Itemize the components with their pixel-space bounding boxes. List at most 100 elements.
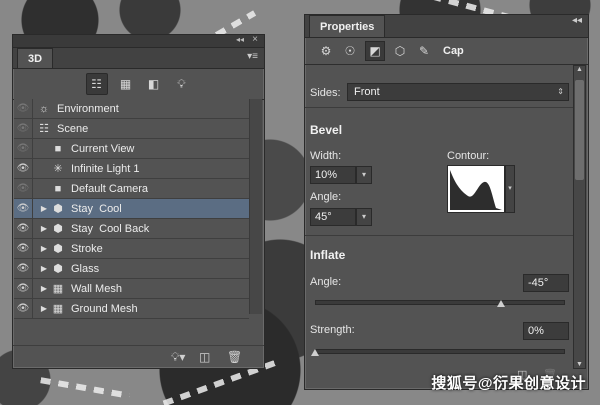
tab-properties[interactable]: Properties [309,15,386,37]
contour-dropdown-icon[interactable]: ▾ [505,165,515,213]
watermark: 搜狐号@衍果创意设计 [431,375,586,392]
scene-row[interactable]: 👁︎ ■ Current View [14,139,249,159]
bevel-angle-dropdown-icon[interactable]: ▾ [356,208,372,226]
sides-select[interactable]: Front ⇕ [347,83,569,101]
eye-icon[interactable]: 👁︎ [14,259,33,278]
inflate-angle-thumb[interactable] [497,300,505,307]
scene-row[interactable]: 👁︎ ▶ ▦ Ground Mesh [14,299,249,319]
strength-slider[interactable] [315,349,565,354]
collapse-icon[interactable]: ◂◂ [236,35,244,44]
bevel-title: Bevel [310,123,343,137]
expand-triangle-icon[interactable]: ▶ [39,304,49,313]
collapse-icon[interactable]: ◂◂ [572,15,582,26]
eye-icon[interactable]: 👁︎ [14,119,33,138]
scene-row-label: Wall Mesh [71,282,122,295]
mesh-filter-icon[interactable]: ▦ [116,74,136,94]
bevel-angle-field[interactable]: 45° [310,208,356,226]
scroll-down-icon[interactable]: ▼ [574,361,585,368]
panel-3d-tabbar: 3D ▾≡ [13,48,264,69]
properties-tabbar: Properties ◂◂ [305,15,588,38]
width-label: Width: [310,150,342,162]
panel-menu-icon[interactable]: ▾≡ [247,51,258,62]
render-icon[interactable]: ◫ [199,350,210,364]
properties-panel: Properties ◂◂ ⚙︎ ☉ ◩ ⬡ ✎ Cap Sides: Fron… [304,14,589,390]
contour-curve [450,170,502,210]
add-light-icon[interactable]: 💡︎▾ [171,350,185,365]
strength-thumb[interactable] [311,349,319,356]
scene-row[interactable]: 👁︎ ▶ ⬢ Stay Cool Back [14,219,249,239]
eye-icon[interactable]: 👁︎ [14,199,33,218]
filter-toolbar: ☷ ▦ ◧ 💡︎ [13,69,264,100]
eye-icon[interactable]: 👁︎ [14,99,33,118]
expand-triangle-icon[interactable]: ▶ [39,224,49,233]
mesh-3d-icon: ⬢ [53,243,63,255]
strength-label: Strength: [310,324,355,336]
width-dropdown-icon[interactable]: ▾ [356,166,372,184]
scene-row[interactable]: 👁︎ ▶ ⬢ Glass [14,259,249,279]
eye-icon[interactable]: 👁︎ [14,279,33,298]
mesh-tool-icon[interactable]: ⚙︎ [317,42,335,60]
scene-row-label: Infinite Light 1 [71,162,140,175]
material-filter-icon[interactable]: ◧ [144,74,164,94]
light-filter-icon[interactable]: 💡︎ [172,74,192,94]
material-brush-icon[interactable]: ✎ [415,42,433,60]
scene-row[interactable]: 👁︎ ☷ Scene [14,119,249,139]
wall-mesh-icon: ▦ [52,283,64,295]
mesh-3d-icon: ⬢ [53,223,63,235]
width-field[interactable]: 10% [310,166,356,184]
scene-row-label: Scene [57,122,89,135]
sides-label: Sides: [310,87,341,99]
close-icon[interactable]: × [252,34,258,45]
delete-icon[interactable]: 🗑︎ [227,350,242,364]
coordinates-tool-icon[interactable]: ⬡ [391,42,409,60]
wall-mesh-icon: ▦ [52,303,64,315]
scene-row-label: Current View [71,142,135,155]
strength-field[interactable]: 0% [523,322,569,340]
eye-icon[interactable]: 👁︎ [14,299,33,318]
scene-row[interactable]: 👁︎ ▶ ⬢ Stroke [14,239,249,259]
scroll-up-icon[interactable]: ▲ [574,66,585,73]
scene-row[interactable]: 👁︎ ▶ ▦ Wall Mesh [14,279,249,299]
scene-row-label: Stay Cool Back [71,222,150,235]
scene-row-label: Default Camera [71,182,149,195]
scene-row[interactable]: 👁︎ ✳ Infinite Light 1 [14,159,249,179]
panel-3d-titlebar[interactable]: ◂◂ × [13,34,264,48]
sides-value: Front [354,86,380,98]
tool-name: Cap [443,45,464,57]
divider [305,107,574,108]
inflate-title: Inflate [310,248,346,262]
expand-triangle-icon[interactable]: ▶ [39,204,49,213]
eye-icon[interactable]: 👁︎ [14,139,33,158]
contour-preview[interactable] [447,165,505,213]
expand-triangle-icon[interactable]: ▶ [39,264,49,273]
eye-icon[interactable]: 👁︎ [14,179,33,198]
scene-filter-icon[interactable]: ☷ [85,73,108,95]
panel-3d: ◂◂ × 3D ▾≡ ☷ ▦ ◧ 💡︎ 👁︎ ☼ Environment 👁︎ ☷ Sce… [12,34,265,369]
eye-icon[interactable]: 👁︎ [14,239,33,258]
scene-row[interactable]: 👁︎ ☼ Environment [14,99,249,119]
scene-row[interactable]: 👁︎ ■ Default Camera [14,179,249,199]
scene-icon: ☷ [39,123,49,135]
scene-scrollbar[interactable] [249,99,262,314]
properties-tools: ⚙︎ ☉ ◩ ⬡ ✎ Cap [305,38,588,65]
inflate-angle-slider[interactable] [315,300,565,305]
eye-icon[interactable]: 👁︎ [14,219,33,238]
scroll-thumb[interactable] [575,80,584,180]
inflate-angle-field[interactable]: -45° [523,274,569,292]
expand-triangle-icon[interactable]: ▶ [39,244,49,253]
contour-label: Contour: [447,150,490,162]
properties-scrollbar[interactable]: ▲ ▼ [573,65,586,369]
scene-row-label: Stroke [71,242,103,255]
cap-tool-icon[interactable]: ◩ [365,41,385,61]
deform-tool-icon[interactable]: ☉ [341,42,359,60]
scene-row-label: Stay Cool [71,202,122,215]
scene-row[interactable]: 👁︎ ▶ ⬢ Stay Cool [14,199,249,219]
eye-icon[interactable]: 👁︎ [14,159,33,178]
environment-icon: ☼ [38,102,50,115]
expand-triangle-icon[interactable]: ▶ [39,284,49,293]
inflate-angle-label: Angle: [310,276,342,288]
bevel-angle-label: Angle: [310,191,342,203]
scene-row-label: Glass [71,262,100,275]
mesh-3d-icon: ⬢ [53,203,63,215]
tab-3d[interactable]: 3D [17,48,54,68]
